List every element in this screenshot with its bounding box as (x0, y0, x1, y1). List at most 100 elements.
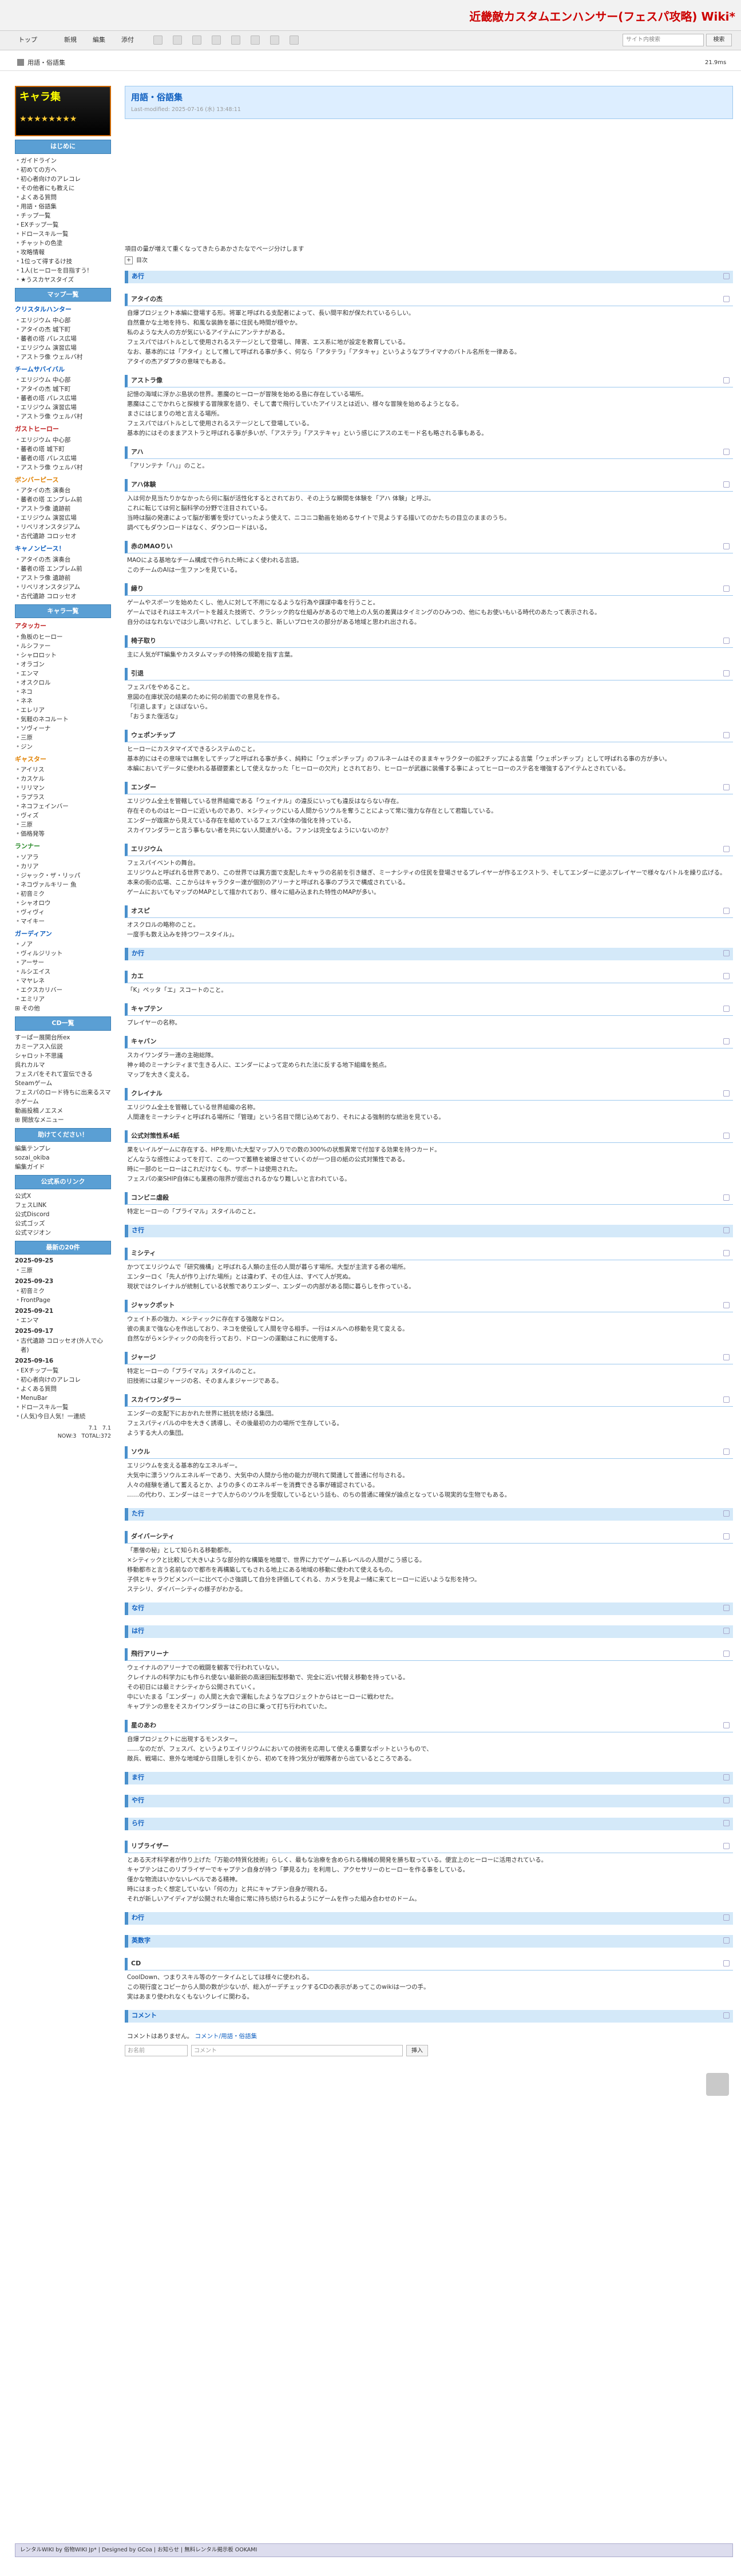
sidebar-link[interactable]: 蕃者の塔 城下町 (15, 445, 111, 454)
recent-link[interactable]: MenuBar (15, 1394, 111, 1403)
sidebar-link[interactable]: 編集ガイド (15, 1162, 111, 1172)
sidebar-link[interactable]: ヴィヴィ (15, 908, 111, 917)
tool-icon[interactable] (212, 35, 221, 45)
sidebar-link[interactable]: ネコヴァルキリー 魚 (15, 880, 111, 889)
sidebar-link[interactable]: ガイドライン (15, 156, 111, 165)
edit-icon[interactable] (723, 670, 730, 676)
sidebar-link[interactable]: カミーアス入伝説 (15, 1042, 111, 1051)
tool-icon[interactable] (231, 35, 240, 45)
sidebar-link[interactable]: 1位って得するけ技 (15, 257, 111, 266)
sidebar-link[interactable]: アストラ像 遺跡前 (15, 573, 111, 583)
sidebar-link[interactable]: 呉れカルマ (15, 1061, 111, 1070)
sidebar-link[interactable]: アストラ像 ウェルバ村 (15, 412, 111, 421)
edit-icon[interactable] (723, 1354, 730, 1360)
sidebar-link[interactable]: ノア (15, 940, 111, 949)
tool-icon[interactable] (173, 35, 182, 45)
sidebar-link[interactable]: ジャック・ザ・リッパ (15, 871, 111, 880)
search-button[interactable]: 検索 (706, 34, 732, 46)
sidebar-link[interactable]: シャロロット (15, 651, 111, 660)
edit-icon[interactable] (723, 1797, 730, 1803)
edit-icon[interactable] (723, 1090, 730, 1097)
sidebar-link[interactable]: 編集テンプレ (15, 1144, 111, 1153)
sidebar-link[interactable]: ジン (15, 742, 111, 751)
sidebar-link[interactable]: 蕃者の塔 パレス広場 (15, 454, 111, 463)
sidebar-link[interactable]: 1人(ヒーローを目指すう! (15, 266, 111, 275)
edit-icon[interactable] (723, 448, 730, 455)
sidebar-link[interactable]: エリジウム 演習広場 (15, 513, 111, 523)
sidebar-link[interactable]: エリジウム 演習広場 (15, 403, 111, 412)
sidebar-link[interactable]: マイキー (15, 917, 111, 926)
edit-icon[interactable] (723, 1774, 730, 1780)
tool-icon[interactable] (270, 35, 279, 45)
comment-input[interactable]: コメント (191, 2044, 403, 2056)
sidebar-link[interactable]: アタイの杰 城下町 (15, 325, 111, 334)
edit-icon[interactable] (723, 731, 730, 738)
name-input[interactable]: お名前 (125, 2044, 188, 2056)
edit-icon[interactable] (723, 1627, 730, 1634)
sidebar-link[interactable]: 価格発等 (15, 829, 111, 838)
sidebar-link[interactable]: ソアラ (15, 853, 111, 862)
sidebar-link[interactable]: エリジウム 中心部 (15, 436, 111, 445)
recent-link[interactable]: エンマ (15, 1316, 111, 1325)
sidebar-link[interactable]: リベリオンスタジアム (15, 583, 111, 592)
recent-link[interactable]: ドロースキル一覧 (15, 1403, 111, 1412)
recent-link[interactable]: 三原 (15, 1266, 111, 1275)
edit-icon[interactable] (723, 1533, 730, 1540)
sidebar-link[interactable]: マヤレネ (15, 976, 111, 986)
edit-icon[interactable] (723, 1038, 730, 1044)
sidebar-link[interactable]: ★うスカヤスタイズ (15, 275, 111, 284)
chara-group-heading[interactable]: ガーディアン (15, 929, 111, 939)
sidebar-link[interactable]: 用語・俗語集 (15, 202, 111, 211)
sidebar-link[interactable]: 三原 (15, 820, 111, 829)
sidebar-link[interactable]: フェスLINK (15, 1201, 111, 1210)
sidebar-link[interactable]: シャロット不思議 (15, 1051, 111, 1061)
edit-icon[interactable] (723, 543, 730, 549)
sidebar-link[interactable]: 公式ゴッズ (15, 1219, 111, 1228)
map-group-heading[interactable]: クリスタルハンター (15, 305, 111, 315)
recent-link[interactable]: 古代遺跡 コロッセオ(外人で心者) (15, 1336, 111, 1355)
recent-link[interactable]: (人気)今日人気！一連続 (15, 1412, 111, 1421)
menu-edit[interactable]: 編集 (93, 35, 105, 45)
sidebar-link[interactable]: 三原 (15, 733, 111, 742)
sidebar-link[interactable]: カスケル (15, 774, 111, 784)
edit-icon[interactable] (723, 481, 730, 488)
edit-icon[interactable] (723, 1510, 730, 1517)
toc[interactable]: + 目次 (125, 254, 733, 267)
sidebar-link[interactable]: 初心者向けのアレコレ (15, 175, 111, 184)
sidebar-link[interactable]: その他者にも教えに (15, 184, 111, 193)
edit-icon[interactable] (723, 1132, 730, 1139)
edit-icon[interactable] (723, 972, 730, 979)
sidebar-link[interactable]: アタイの杰 演奏台 (15, 555, 111, 564)
sidebar-link[interactable]: アタイの杰 城下町 (15, 385, 111, 394)
sidebar-link[interactable]: シャオロウ (15, 899, 111, 908)
sidebar-link[interactable]: エリジウム 中心部 (15, 375, 111, 385)
sidebar-link[interactable]: ネネ (15, 697, 111, 706)
sidebar-link[interactable]: 公式X (15, 1192, 111, 1201)
edit-icon[interactable] (723, 1194, 730, 1201)
chara-group-heading[interactable]: ギャスター (15, 755, 111, 765)
edit-icon[interactable] (723, 637, 730, 644)
sidebar-link[interactable]: エレリア (15, 706, 111, 715)
edit-icon[interactable] (723, 1226, 730, 1233)
sidebar-link[interactable]: 公式マジオン (15, 1228, 111, 1237)
sidebar-link[interactable]: 初音ミク (15, 889, 111, 899)
sidebar-link[interactable]: 動画投稿ノエスメ (15, 1106, 111, 1115)
map-group-heading[interactable]: チームサバイバル (15, 365, 111, 375)
home-icon[interactable] (17, 59, 24, 66)
comment-link[interactable]: コメント/用語・俗語集 (195, 2033, 257, 2040)
sidebar-link[interactable]: フェスパのロード待ちに出来るスマホゲーム (15, 1088, 111, 1106)
sidebar-link[interactable]: エミリア (15, 995, 111, 1004)
edit-icon[interactable] (723, 585, 730, 592)
sidebar-link[interactable]: ヴィズ (15, 811, 111, 820)
edit-icon[interactable] (723, 1301, 730, 1308)
edit-icon[interactable] (723, 907, 730, 914)
sidebar-link[interactable]: ルシエイス (15, 967, 111, 976)
sidebar-link[interactable]: オラゴン (15, 660, 111, 669)
sidebar-link[interactable]: ネコフェインバー (15, 802, 111, 811)
sidebar-link[interactable]: エリジウム 中心部 (15, 316, 111, 325)
sidebar-link[interactable]: 古代遺跡 コロッセオ (15, 532, 111, 541)
edit-icon[interactable] (723, 845, 730, 852)
edit-icon[interactable] (723, 949, 730, 956)
recent-link[interactable]: EXチップ一覧 (15, 1366, 111, 1375)
edit-icon[interactable] (723, 1448, 730, 1455)
